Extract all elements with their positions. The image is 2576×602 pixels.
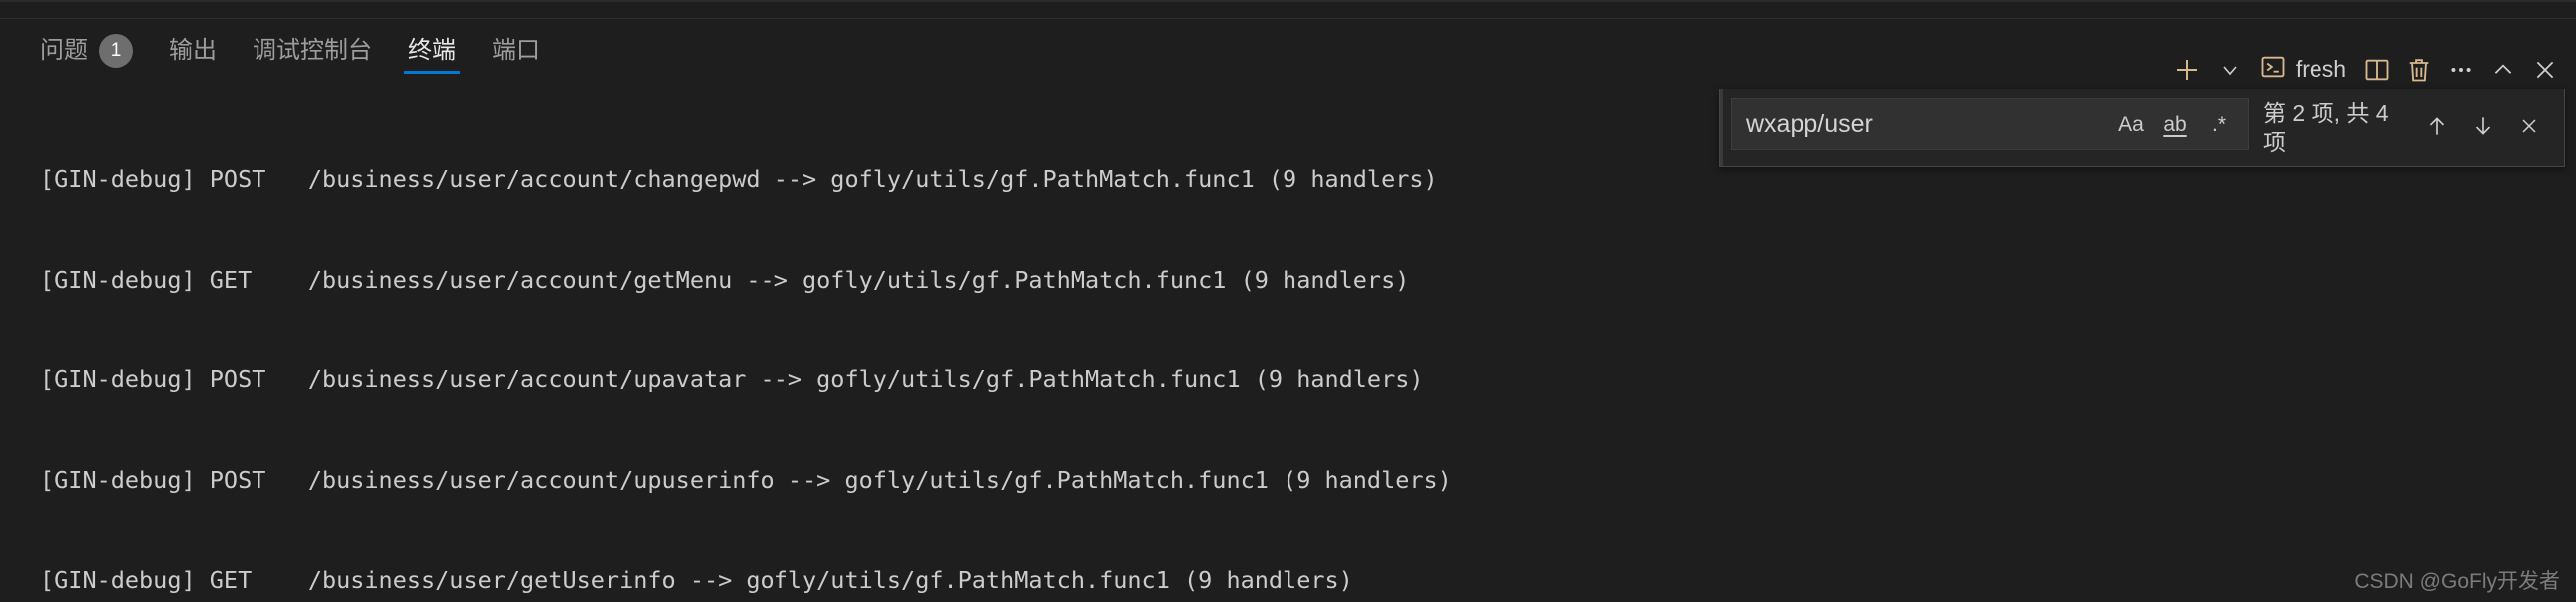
- panel-header: 问题 1 输出 调试控制台 终端 端口 fresh: [0, 19, 2576, 82]
- terminal-find-widget: Aa ab .* 第 2 项, 共 4 项: [1719, 89, 2565, 167]
- terminal-line: [GIN-debug] GET /business/user/getUserin…: [40, 566, 1353, 594]
- tab-problems-label: 问题: [40, 36, 88, 64]
- terminal-line: [GIN-debug] POST /business/user/account/…: [40, 365, 1424, 393]
- tab-terminal[interactable]: 终端: [390, 19, 474, 82]
- find-toggles: Aa ab .*: [2112, 105, 2238, 143]
- find-previous-icon[interactable]: [2416, 106, 2458, 146]
- tab-output[interactable]: 输出: [151, 19, 235, 82]
- tab-ports-label: 端口: [492, 36, 540, 64]
- find-match-status: 第 2 项, 共 4 项: [2263, 100, 2389, 155]
- tab-output-label: 输出: [169, 36, 217, 64]
- match-case-icon[interactable]: Aa: [2112, 105, 2150, 143]
- csdn-watermark: CSDN @GoFly开发者: [2354, 570, 2560, 593]
- terminal-line: [GIN-debug] GET /business/user/account/g…: [40, 265, 1410, 294]
- tab-ports[interactable]: 端口: [474, 19, 558, 82]
- terminal-line: [GIN-debug] POST /business/user/account/…: [40, 465, 1452, 494]
- find-input[interactable]: [1746, 109, 2106, 139]
- vscode-panel: 问题 1 输出 调试控制台 终端 端口 fresh [GIN-debug] PO…: [0, 0, 2576, 602]
- tab-terminal-label: 终端: [408, 36, 456, 64]
- regex-icon[interactable]: .*: [2200, 105, 2238, 143]
- find-widget-accent: [1720, 89, 1723, 166]
- tab-problems[interactable]: 问题 1: [22, 19, 151, 82]
- terminal-line: [GIN-debug] POST /business/user/account/…: [40, 165, 1438, 193]
- find-input-container[interactable]: Aa ab .*: [1731, 98, 2249, 150]
- panel-top-divider: [0, 0, 2576, 2]
- find-next-icon[interactable]: [2462, 106, 2504, 146]
- find-navigation: [2416, 106, 2550, 146]
- whole-word-icon[interactable]: ab: [2156, 105, 2194, 143]
- tab-debug-console-label: 调试控制台: [253, 36, 372, 64]
- terminal-profile-label: fresh: [2295, 56, 2346, 82]
- tab-debug-console[interactable]: 调试控制台: [235, 19, 390, 82]
- find-close-icon[interactable]: [2508, 106, 2550, 146]
- problems-count-badge: 1: [99, 33, 133, 68]
- panel-tab-list: 问题 1 输出 调试控制台 终端 端口: [0, 19, 558, 82]
